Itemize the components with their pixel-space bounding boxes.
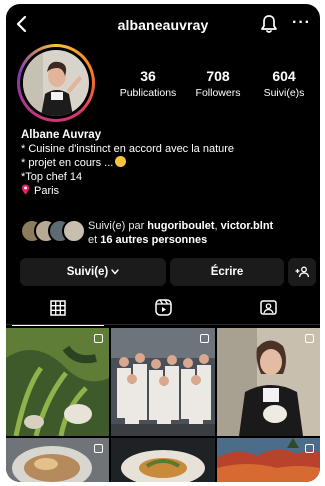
story-ring[interactable]: [17, 44, 95, 122]
following-label: Suivi(e): [66, 266, 109, 278]
stat-value: 36: [140, 68, 156, 84]
followed-by-prefix: Suivi(e) par: [88, 220, 148, 232]
post-thumbnail[interactable]: [6, 438, 109, 482]
posts-grid: [6, 328, 320, 482]
tab-reels[interactable]: [111, 295, 215, 325]
bio-line: * Cuisine d'instinct en accord avec la n…: [21, 143, 235, 155]
stat-following[interactable]: 604 Suivi(e)s: [256, 68, 312, 99]
location-line: Paris: [21, 184, 311, 198]
profile-screen: albaneauvray ··· 36 Publications 708 Fol…: [6, 4, 320, 482]
follower-avatar: [62, 219, 86, 243]
stat-value: 604: [272, 68, 296, 84]
post-thumbnail[interactable]: [6, 328, 109, 436]
profile-tabs: [6, 295, 320, 326]
profile-bio: Albane Auvray * Cuisine d'instinct en ac…: [21, 128, 311, 198]
avatar: [23, 50, 89, 116]
stat-publications[interactable]: 36 Publications: [116, 68, 180, 99]
more-options-icon[interactable]: ···: [292, 14, 311, 32]
post-thumbnail[interactable]: [217, 328, 320, 436]
followed-by[interactable]: Suivi(e) par hugoriboulet, victor.blnt e…: [20, 218, 315, 248]
reels-icon: [154, 299, 172, 321]
display-name: Albane Auvray: [21, 129, 102, 141]
followed-by-text: Suivi(e) par hugoriboulet, victor.blnt e…: [88, 219, 273, 247]
tab-grid[interactable]: [6, 295, 110, 326]
location-text: Paris: [34, 185, 60, 197]
bell-icon[interactable]: [260, 14, 278, 34]
post-thumbnail[interactable]: [217, 438, 320, 482]
stat-label: Followers: [195, 87, 241, 99]
follower-username[interactable]: victor.blnt: [221, 220, 274, 232]
multiple-posts-icon: [305, 444, 314, 453]
followed-by-and: et: [88, 234, 101, 246]
bio-line: * projet en cours ...: [21, 157, 114, 169]
bio-line: *Top chef 14: [21, 171, 83, 183]
stat-label: Publications: [119, 87, 177, 99]
multiple-posts-icon: [94, 444, 103, 453]
bio-line-with-emoji: * projet en cours ...: [21, 156, 311, 170]
add-person-icon[interactable]: [288, 258, 316, 286]
others-count[interactable]: 16 autres personnes: [100, 234, 207, 246]
wink-emoji-icon: [115, 156, 127, 167]
chevron-down-icon: [111, 266, 119, 278]
post-thumbnail[interactable]: [111, 438, 215, 482]
follower-username[interactable]: hugoriboulet: [147, 220, 214, 232]
stat-followers[interactable]: 708 Followers: [188, 68, 248, 99]
pin-icon: [21, 184, 30, 195]
profile-stats: 36 Publications 708 Followers 604 Suivi(…: [116, 68, 316, 108]
stat-label: Suivi(e)s: [263, 87, 305, 99]
top-bar: albaneauvray ···: [6, 4, 320, 44]
post-thumbnail[interactable]: [111, 328, 215, 436]
following-button[interactable]: Suivi(e): [20, 258, 166, 286]
multiple-posts-icon: [94, 334, 103, 343]
tagged-icon: [259, 299, 277, 321]
stat-value: 708: [206, 68, 230, 84]
multiple-posts-icon: [305, 334, 314, 343]
multiple-posts-icon: [200, 334, 209, 343]
grid-icon: [50, 299, 66, 321]
tab-tagged[interactable]: [216, 295, 320, 325]
message-button[interactable]: Écrire: [170, 258, 284, 286]
